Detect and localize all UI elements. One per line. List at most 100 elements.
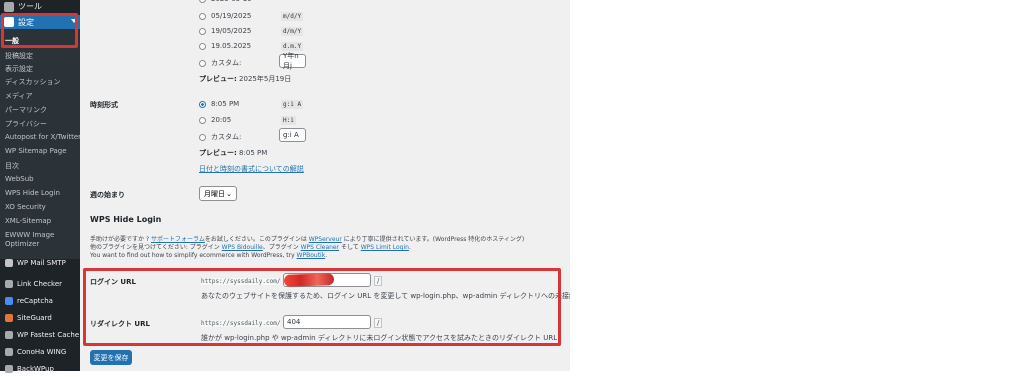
date-format-option-iso[interactable]: 2025-05-19	[199, 0, 252, 3]
support-forum-link[interactable]: サポートフォーラム	[151, 236, 205, 243]
format-code: g:i A	[281, 100, 304, 109]
wpboutik-link[interactable]: WPBoutik	[297, 252, 326, 259]
wps-cleaner-link[interactable]: WPS Cleaner	[301, 244, 339, 251]
mail-smtp-icon	[5, 258, 13, 267]
submenu-item-writing[interactable]: 投稿設定	[5, 51, 33, 61]
desc-text: You want to find out how to simplify eco…	[90, 252, 297, 259]
radio-button[interactable]	[199, 59, 206, 67]
desc-text: をお試しください。このプラグインは	[204, 236, 309, 243]
submenu-item-sitemap-page[interactable]: WP Sitemap Page	[5, 147, 67, 155]
date-custom-format-input[interactable]: Y年n月j	[279, 52, 306, 70]
sidebar-item-label: ConoHa WING	[17, 347, 67, 356]
sidebar-item-siteguard[interactable]: SiteGuard	[0, 309, 80, 326]
wpserveur-link[interactable]: WPServeur	[309, 236, 342, 243]
wps-description: 手助けが必要ですか ? サポートフォーラムをお試しください。このプラグインは W…	[90, 236, 550, 260]
option-label: 20:05	[211, 116, 232, 124]
sidebar-item-label: Link Checker	[17, 279, 63, 288]
format-code: H:i	[281, 116, 296, 125]
radio-button[interactable]	[199, 42, 206, 50]
desc-text: .	[325, 252, 328, 259]
desc-text: 他のプラグインを見つけてください: プラグイン	[90, 244, 222, 251]
submenu-item-permalink[interactable]: パーマリンク	[5, 105, 47, 115]
sidebar-item-label: WP Mail SMTP	[17, 258, 66, 267]
date-format-option-mdy[interactable]: 05/19/2025	[199, 12, 251, 20]
week-start-select[interactable]: 月曜日 ⌄	[199, 186, 237, 201]
radio-button[interactable]	[199, 0, 206, 3]
submenu-item-toc[interactable]: 目次	[5, 161, 19, 171]
radio-button[interactable]	[199, 27, 206, 35]
submenu-item-xml-sitemap[interactable]: XML-Sitemap	[5, 217, 51, 225]
time-format-label: 時刻形式	[90, 101, 118, 109]
desc-text: 、プラグイン	[262, 244, 301, 251]
date-format-option-custom[interactable]: カスタム:	[199, 58, 241, 68]
sidebar-item-wp-fastest-cache[interactable]: WP Fastest Cache	[0, 326, 80, 343]
desc-text: そして	[339, 244, 361, 251]
submenu-item-ewww-line2[interactable]: Optimizer	[5, 240, 39, 248]
option-label: 2025-05-19	[211, 0, 252, 3]
submenu-item-privacy[interactable]: プライバシー	[5, 119, 47, 129]
radio-button-selected[interactable]	[199, 100, 206, 108]
backwpup-icon	[5, 364, 13, 373]
sidebar-item-conoha-wing[interactable]: ConoHa WING	[0, 343, 80, 360]
select-value: 月曜日	[204, 189, 225, 198]
wps-limit-login-link[interactable]: WPS Limit Login	[361, 244, 409, 251]
time-format-option-24h[interactable]: 20:05	[199, 116, 231, 124]
date-preview: プレビュー: 2025年5月19日	[199, 74, 291, 84]
option-label: カスタム:	[211, 59, 242, 67]
format-code: d.m.Y	[281, 42, 304, 51]
submenu-item-websub[interactable]: WebSub	[5, 175, 34, 183]
week-start-label: 週の始まり	[90, 191, 125, 199]
recaptcha-icon	[5, 296, 13, 305]
cache-icon	[5, 330, 13, 339]
chevron-down-icon: ⌄	[226, 189, 232, 198]
desc-text: 手助けが必要ですか ?	[90, 236, 151, 243]
sidebar-item-backwpup[interactable]: BackWPup	[0, 360, 80, 377]
sidebar-item-label: reCaptcha	[17, 296, 53, 305]
option-label: 8:05 PM	[211, 100, 240, 108]
time-format-option-12h[interactable]: 8:05 PM	[199, 100, 239, 108]
settings-submenu: 一般 投稿設定 表示設定 ディスカッション メディア パーマリンク プライバシー…	[0, 29, 81, 259]
submenu-item-reading[interactable]: 表示設定	[5, 64, 33, 74]
blank-area	[570, 0, 1024, 371]
date-format-option-dotted[interactable]: 19.05.2025	[199, 42, 251, 50]
sidebar-item-link-checker[interactable]: Link Checker	[0, 275, 80, 292]
submenu-item-xo-security[interactable]: XO Security	[5, 203, 46, 211]
preview-value: 8:05 PM	[239, 149, 268, 157]
sidebar-item-recaptcha[interactable]: reCaptcha	[0, 292, 80, 309]
admin-sidebar: ツール 設定 一般 投稿設定 表示設定 ディスカッション メディア パーマリンク…	[0, 0, 81, 373]
preview-label: プレビュー:	[199, 149, 237, 157]
preview-value: 2025年5月19日	[239, 75, 292, 83]
settings-content: 2025-05-19 05/19/2025 m/d/Y 19/05/2025 d…	[80, 0, 571, 371]
submenu-item-media[interactable]: メディア	[5, 91, 33, 101]
submenu-item-wps-hide-login[interactable]: WPS Hide Login	[5, 189, 60, 197]
highlight-box-sidebar	[1, 13, 78, 48]
format-code: d/m/Y	[281, 27, 304, 36]
time-format-option-custom[interactable]: カスタム:	[199, 132, 241, 142]
wps-bidouille-link[interactable]: WPS Bidouille	[222, 244, 263, 251]
sidebar-item-label: BackWPup	[17, 364, 54, 373]
submenu-item-autopost[interactable]: Autopost for X/Twitter	[5, 133, 81, 141]
time-custom-format-input[interactable]: g:i A	[279, 128, 306, 142]
option-label: カスタム:	[211, 133, 242, 141]
preview-label: プレビュー:	[199, 75, 237, 83]
highlight-box-wps	[83, 268, 561, 346]
siteguard-icon	[5, 313, 13, 322]
option-label: 05/19/2025	[211, 12, 252, 20]
radio-button[interactable]	[199, 133, 206, 141]
radio-button[interactable]	[199, 12, 206, 20]
conoha-icon	[5, 347, 13, 356]
radio-button[interactable]	[199, 116, 206, 124]
link-icon	[5, 279, 13, 288]
date-format-option-dmy[interactable]: 19/05/2025	[199, 27, 251, 35]
submenu-item-discussion[interactable]: ディスカッション	[5, 77, 61, 87]
sidebar-item-wp-mail-smtp[interactable]: WP Mail SMTP	[0, 254, 80, 271]
time-preview: プレビュー: 8:05 PM	[199, 148, 267, 158]
section-title: WPS Hide Login	[90, 215, 162, 224]
save-changes-button[interactable]: 変更を保存	[90, 350, 132, 365]
date-time-docs-link[interactable]: 日付と時刻の書式についての解説	[199, 164, 304, 174]
sidebar-item-tools[interactable]: ツール	[4, 0, 80, 13]
wrench-icon	[4, 1, 14, 12]
submenu-item-ewww[interactable]: EWWW Image	[5, 231, 54, 239]
sidebar-item-label: WP Fastest Cache	[17, 330, 80, 339]
option-label: 19.05.2025	[211, 42, 252, 50]
